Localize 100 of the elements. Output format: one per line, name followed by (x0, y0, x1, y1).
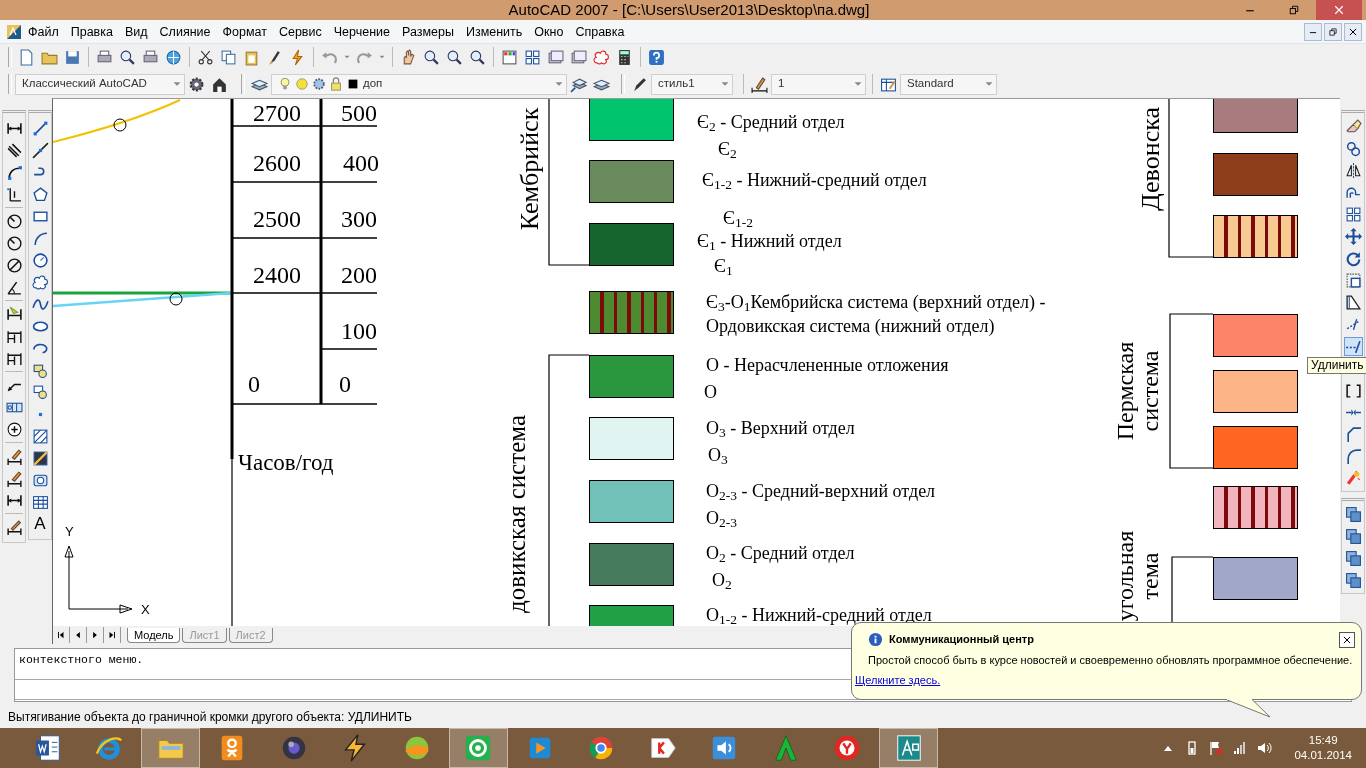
notification-link[interactable]: Щелкните здесь. (855, 672, 941, 689)
extend-icon[interactable] (1344, 337, 1362, 355)
magnifier-icon[interactable] (423, 48, 440, 66)
restore-button[interactable] (1324, 22, 1342, 41)
dimension-edit-icon[interactable] (5, 469, 23, 487)
magnifier-icon[interactable] (446, 48, 463, 66)
close-icon (1333, 4, 1345, 16)
notification-title: Коммуникационный центр (889, 632, 1034, 647)
scale-value: 2500 (253, 205, 301, 233)
cloud-markup-icon[interactable] (593, 48, 610, 66)
layout-tab[interactable]: Модель (127, 627, 181, 643)
ordinate-dimension-icon[interactable] (5, 185, 23, 203)
gradient-icon[interactable] (31, 449, 49, 467)
explode-icon[interactable] (1344, 469, 1362, 487)
globe-icon[interactable] (165, 48, 182, 66)
eraser-icon[interactable] (1344, 117, 1362, 135)
legend-code: O$_{3}$ (708, 444, 728, 467)
menu-item[interactable]: Формат (216, 21, 273, 42)
center-mark-icon[interactable] (5, 420, 23, 438)
menu-item[interactable]: Правка (64, 21, 119, 42)
gear-icon[interactable] (188, 75, 205, 93)
grid-icon[interactable] (1344, 205, 1362, 223)
cloud-icon[interactable] (31, 273, 49, 291)
chamfer-icon[interactable] (1344, 425, 1362, 443)
brush-icon[interactable] (266, 48, 283, 66)
table-icon[interactable] (31, 493, 49, 511)
copy-object-icon[interactable] (1344, 139, 1362, 157)
menu-item[interactable]: Окно (528, 21, 570, 42)
copy-icon[interactable] (220, 48, 237, 66)
menu-item[interactable]: Слияние (153, 21, 217, 42)
diameter-icon[interactable] (5, 256, 23, 274)
menu-item[interactable]: Справка (569, 21, 631, 42)
sheet-stack-icon[interactable] (570, 48, 587, 66)
close-button[interactable] (1339, 632, 1355, 648)
layers-arrow-icon[interactable] (570, 75, 587, 93)
stacked-squares-icon[interactable] (1344, 571, 1362, 589)
group-label: Девонска (1137, 107, 1165, 211)
ucs-axes-icon (64, 545, 133, 614)
arc-icon[interactable] (31, 229, 49, 247)
menu-item[interactable]: Размеры (396, 21, 460, 42)
scale-icon[interactable] (1344, 271, 1362, 289)
magnifier-icon[interactable] (469, 48, 486, 66)
hatch-icon[interactable] (31, 427, 49, 445)
mirror-icon[interactable] (1344, 161, 1362, 179)
window-title: AutoCAD 2007 - [C:\Users\User2013\Desktop\па.dwg] (507, 0, 871, 20)
stacked-squares-icon[interactable] (1344, 527, 1362, 545)
layer-dropdown[interactable]: доп (271, 73, 567, 95)
line-icon[interactable] (31, 119, 49, 137)
palette-icon[interactable] (501, 48, 518, 66)
light-bulb-icon (278, 77, 292, 91)
stacked-squares-icon[interactable] (1344, 549, 1362, 567)
construction-line-icon[interactable] (31, 141, 49, 159)
aligned-dimension-icon[interactable] (5, 141, 23, 159)
sheet-stack-icon[interactable] (547, 48, 564, 66)
pen-icon[interactable] (631, 75, 648, 93)
circle-icon[interactable] (31, 251, 49, 269)
taskbar-button[interactable] (448, 728, 508, 768)
table-style-dropdown[interactable]: Standard (900, 73, 997, 95)
menu-item[interactable]: Черчение (327, 21, 396, 42)
text-tool-button[interactable]: A (34, 514, 46, 534)
dimension-edit-icon[interactable] (5, 447, 23, 465)
menu-item[interactable]: Сервис (272, 21, 328, 42)
last-page-icon[interactable] (107, 630, 117, 640)
arc-dimension-icon[interactable] (5, 163, 23, 181)
calculator-icon[interactable] (616, 48, 633, 66)
grid-icon[interactable] (524, 48, 541, 66)
text-style-dropdown[interactable]: стиль1 (651, 73, 733, 95)
magnifier-icon[interactable] (119, 48, 136, 66)
speaker-icon[interactable] (1256, 740, 1273, 756)
house-icon[interactable] (211, 75, 228, 93)
scale-value: 2700 (253, 99, 301, 127)
rotate-icon[interactable] (1344, 249, 1362, 267)
quick-dimension-icon[interactable] (5, 305, 23, 323)
document-icon[interactable] (18, 48, 35, 66)
block-icon[interactable] (31, 383, 49, 401)
break-icon[interactable] (1344, 381, 1362, 399)
first-page-icon[interactable] (56, 630, 66, 640)
stacked-squares-icon[interactable] (1344, 505, 1362, 523)
dimension-style-dropdown[interactable]: 1 (771, 73, 866, 95)
menu-item[interactable]: Вид (118, 21, 154, 42)
radius-icon[interactable] (5, 212, 23, 230)
padlock-icon (329, 77, 343, 91)
move-icon[interactable] (1344, 227, 1362, 245)
menu-item[interactable]: Файл (22, 21, 65, 42)
scissors-icon[interactable] (197, 48, 214, 66)
fillet-icon[interactable] (1344, 447, 1362, 465)
help-icon[interactable] (648, 48, 665, 66)
dimension-style-icon[interactable] (5, 518, 23, 536)
menu-item[interactable]: Изменить (459, 21, 529, 42)
flag-icon[interactable] (1208, 740, 1225, 756)
axis-label: X (141, 603, 150, 617)
close-button[interactable] (1344, 22, 1362, 41)
pentagon-icon[interactable] (31, 185, 49, 203)
cad-logo-icon[interactable] (6, 23, 22, 40)
radius-icon[interactable] (5, 234, 23, 252)
workspace-dropdown[interactable]: Классический AutoCAD (15, 73, 185, 95)
dimension-pen-icon[interactable] (751, 75, 768, 93)
stretch-icon[interactable] (1344, 293, 1362, 311)
legend-label: O$_{2}$ - Средний отдел (706, 542, 855, 565)
taskbar-button[interactable] (879, 728, 938, 768)
